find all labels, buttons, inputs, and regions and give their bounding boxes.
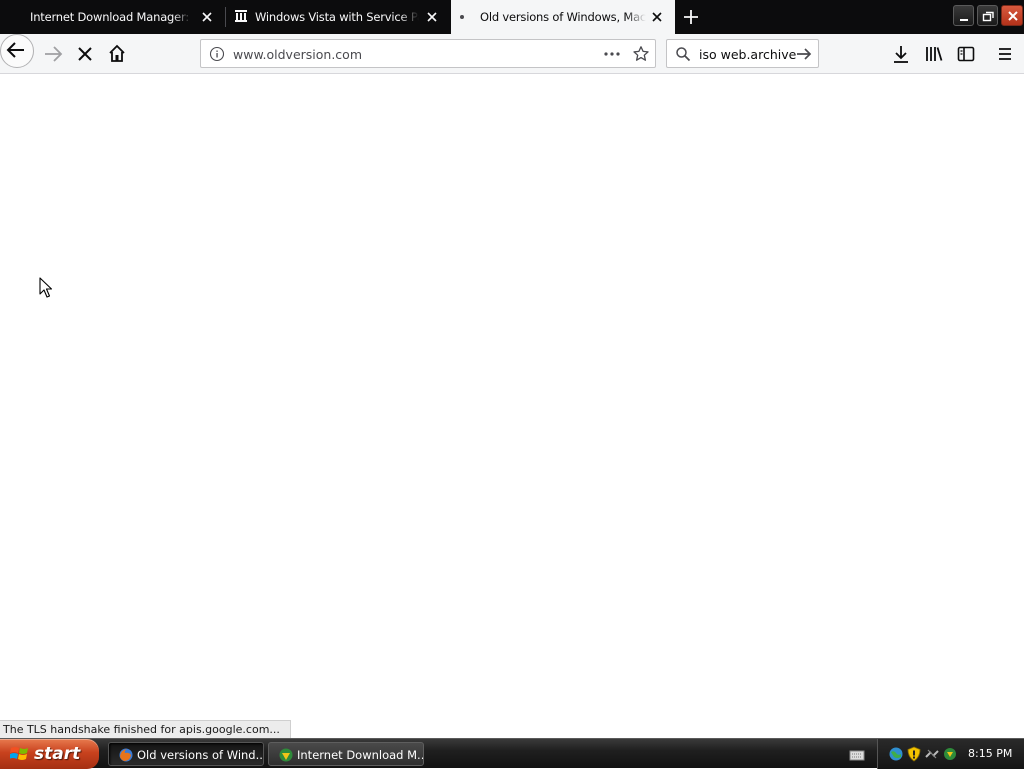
back-button[interactable] <box>0 34 34 68</box>
taskbar-button-label: Internet Download M... <box>297 748 424 762</box>
window-minimize-button[interactable] <box>953 5 974 26</box>
url-bar[interactable]: www.oldversion.com <box>200 39 656 68</box>
close-icon[interactable] <box>199 9 215 25</box>
windows-flag-icon <box>9 745 30 763</box>
tab-windows-vista[interactable]: Windows Vista with Service Pack 1 <box>225 0 450 34</box>
taskbar-button-label: Old versions of Wind... <box>137 748 264 762</box>
system-tray: 8:15 PM <box>877 739 1024 769</box>
downloads-arrow-icon[interactable] <box>890 43 912 65</box>
stop-loading-button[interactable] <box>69 38 101 70</box>
system-clock[interactable]: 8:15 PM <box>968 747 1012 760</box>
start-button[interactable]: start <box>0 739 99 769</box>
taskbar: start Old versions of Wind... Internet D… <box>0 738 1024 769</box>
search-icon <box>675 46 691 62</box>
tab-title: Internet Download Manager: The <box>30 10 192 24</box>
window-restore-button[interactable] <box>977 5 998 26</box>
sidebar-toggle-icon[interactable] <box>955 43 977 65</box>
search-bar[interactable]: iso web.archive <box>666 39 819 68</box>
network-icon[interactable] <box>924 746 940 762</box>
tab-strip: Internet Download Manager: The Windows V… <box>0 0 1024 34</box>
status-text: The TLS handshake finished for apis.goog… <box>0 720 291 738</box>
tab-title: Windows Vista with Service Pack 1 <box>255 10 419 24</box>
archive-building-icon <box>234 9 248 23</box>
new-tab-plus-icon[interactable] <box>681 7 701 27</box>
close-icon[interactable] <box>424 9 440 25</box>
info-icon[interactable] <box>209 46 225 62</box>
search-go-arrow-icon[interactable] <box>795 46 813 62</box>
url-input[interactable]: www.oldversion.com <box>233 47 362 62</box>
tab-internet-download-manager[interactable]: Internet Download Manager: The <box>0 0 225 34</box>
tab-old-versions[interactable]: Old versions of Windows, Mac and <box>451 0 675 34</box>
taskbar-button-idm[interactable]: Internet Download M... <box>268 742 424 766</box>
window-close-button[interactable] <box>1001 5 1023 26</box>
page-actions-menu-icon[interactable] <box>603 46 621 62</box>
close-icon[interactable] <box>649 9 665 25</box>
tab-title: Old versions of Windows, Mac and <box>480 10 646 24</box>
globe-icon[interactable] <box>888 746 904 762</box>
firefox-icon <box>118 747 134 763</box>
library-icon[interactable] <box>923 43 945 65</box>
mouse-pointer-icon <box>39 277 53 299</box>
hamburger-menu-icon[interactable] <box>994 43 1016 65</box>
keyboard-icon[interactable] <box>849 747 865 761</box>
navigation-toolbar: www.oldversion.com iso web.archive <box>0 34 1024 74</box>
bookmark-star-icon[interactable] <box>632 45 650 63</box>
home-button[interactable] <box>101 38 133 70</box>
internet-download-manager-icon <box>278 747 294 763</box>
start-label: start <box>34 744 81 764</box>
taskbar-button-firefox[interactable]: Old versions of Wind... <box>108 742 264 766</box>
security-shield-icon[interactable] <box>906 746 922 762</box>
loading-dot-icon <box>460 15 464 19</box>
page-content: The TLS handshake finished for apis.goog… <box>0 75 1024 738</box>
search-input[interactable]: iso web.archive <box>699 47 796 62</box>
idm-tray-icon[interactable] <box>942 746 958 762</box>
forward-button[interactable] <box>37 38 69 70</box>
